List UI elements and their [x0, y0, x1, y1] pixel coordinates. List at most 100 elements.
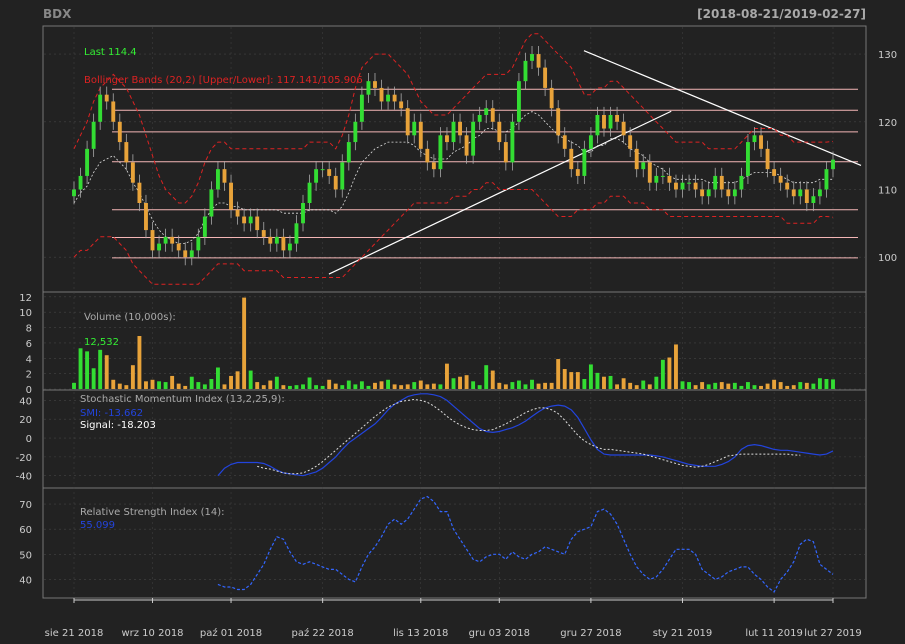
x-axis-label: wrz 10 2018: [121, 628, 183, 639]
volume-bar: [104, 355, 109, 389]
candle-body: [196, 236, 201, 251]
volume-bar: [157, 381, 162, 389]
volume-bar: [425, 384, 430, 389]
volume-bar: [431, 383, 436, 389]
candle-body: [732, 189, 737, 197]
volume-bar: [438, 384, 443, 389]
volume-bar: [412, 382, 417, 389]
candle-body: [85, 148, 90, 176]
candle-body: [464, 135, 469, 156]
volume-bar: [745, 382, 750, 389]
volume-bar: [163, 382, 168, 389]
candle-body: [667, 175, 672, 183]
candle-body: [516, 81, 521, 122]
candle-body: [602, 115, 606, 129]
volume-bar: [621, 378, 626, 389]
candle-body: [78, 175, 83, 190]
volume-bar: [575, 372, 580, 389]
volume-bar: [346, 380, 351, 389]
volume-bar: [307, 377, 312, 389]
candle-body: [366, 81, 371, 95]
volume-bar: [634, 385, 639, 389]
candle-body: [268, 236, 273, 244]
candle-body: [595, 115, 600, 136]
candle-body: [523, 60, 528, 82]
volume-bar: [798, 382, 803, 389]
x-axis-label: gru 03 2018: [469, 628, 530, 639]
volume-bar: [327, 379, 332, 389]
volume-ytick: 0: [26, 385, 32, 396]
candle-body: [327, 169, 332, 176]
candle-body: [831, 159, 835, 170]
candle-body: [137, 182, 142, 203]
x-axis-label: sie 21 2018: [45, 628, 104, 639]
smi-ytick: -40: [16, 472, 32, 483]
candle-body: [745, 142, 750, 176]
candle-body: [713, 175, 718, 190]
candle-body: [91, 121, 96, 149]
candle-body: [163, 236, 168, 244]
candle-body: [471, 121, 476, 156]
volume-bar: [477, 385, 482, 389]
candle-body: [654, 175, 659, 183]
volume-bar: [588, 364, 593, 389]
candle-body: [543, 67, 548, 88]
candle-body: [824, 169, 829, 190]
volume-bar: [602, 376, 606, 389]
volume-bar: [405, 384, 410, 389]
volume-bar: [242, 297, 247, 389]
candle-body: [202, 216, 207, 237]
volume-bar: [817, 378, 822, 389]
symbol-title: BDX: [43, 7, 72, 21]
candle-body: [490, 108, 495, 122]
candle-body: [307, 182, 312, 203]
volume-bar: [445, 363, 449, 389]
candle-body: [582, 148, 587, 176]
candle-body: [176, 243, 181, 251]
volume-bar: [582, 379, 587, 389]
volume-bar: [379, 381, 384, 389]
candle-body: [510, 121, 515, 163]
volume-bar: [660, 359, 665, 389]
candle-body: [438, 135, 443, 170]
volume-bar: [831, 379, 835, 389]
candle-body: [229, 182, 233, 210]
volume-bar: [608, 375, 613, 389]
volume-bar: [772, 379, 777, 389]
candle-body: [72, 189, 76, 197]
candle-body: [641, 162, 646, 170]
volume-bar: [196, 382, 201, 389]
candle-body: [530, 54, 534, 61]
candle-body: [183, 250, 188, 258]
volume-bar: [98, 349, 103, 389]
volume-bar: [202, 384, 207, 389]
candle-body: [340, 162, 345, 190]
volume-bar: [706, 384, 711, 389]
candle-body: [346, 142, 351, 163]
volume-bar: [569, 372, 574, 389]
candle-body: [693, 182, 698, 190]
candle-body: [798, 189, 803, 197]
smi-title: Stochastic Momentum Index (13,2,25,9):: [80, 394, 285, 405]
volume-ytick: 10: [19, 308, 32, 319]
price-ytick: 100: [878, 253, 897, 264]
date-range-title: [2018-08-21/2019-02-27]: [697, 7, 866, 21]
candle-body: [445, 135, 449, 143]
candle-body: [281, 236, 286, 251]
candle-body: [399, 101, 404, 109]
volume-bar: [320, 385, 325, 389]
volume-bar: [366, 385, 371, 389]
candle-body: [503, 142, 508, 163]
volume-bar: [628, 382, 633, 389]
volume-last-value: 12,532: [84, 337, 119, 348]
candle-body: [674, 182, 678, 190]
candle-body: [425, 148, 430, 163]
candle-body: [418, 121, 423, 149]
smi-signal-label: Signal: -18.203: [80, 420, 156, 431]
volume-bar: [333, 383, 338, 389]
volume-ytick: 2: [26, 370, 32, 381]
rsi-ytick: 70: [19, 500, 32, 511]
smi-ytick: 20: [19, 415, 32, 426]
volume-bar: [255, 382, 260, 389]
volume-bar: [693, 385, 698, 389]
